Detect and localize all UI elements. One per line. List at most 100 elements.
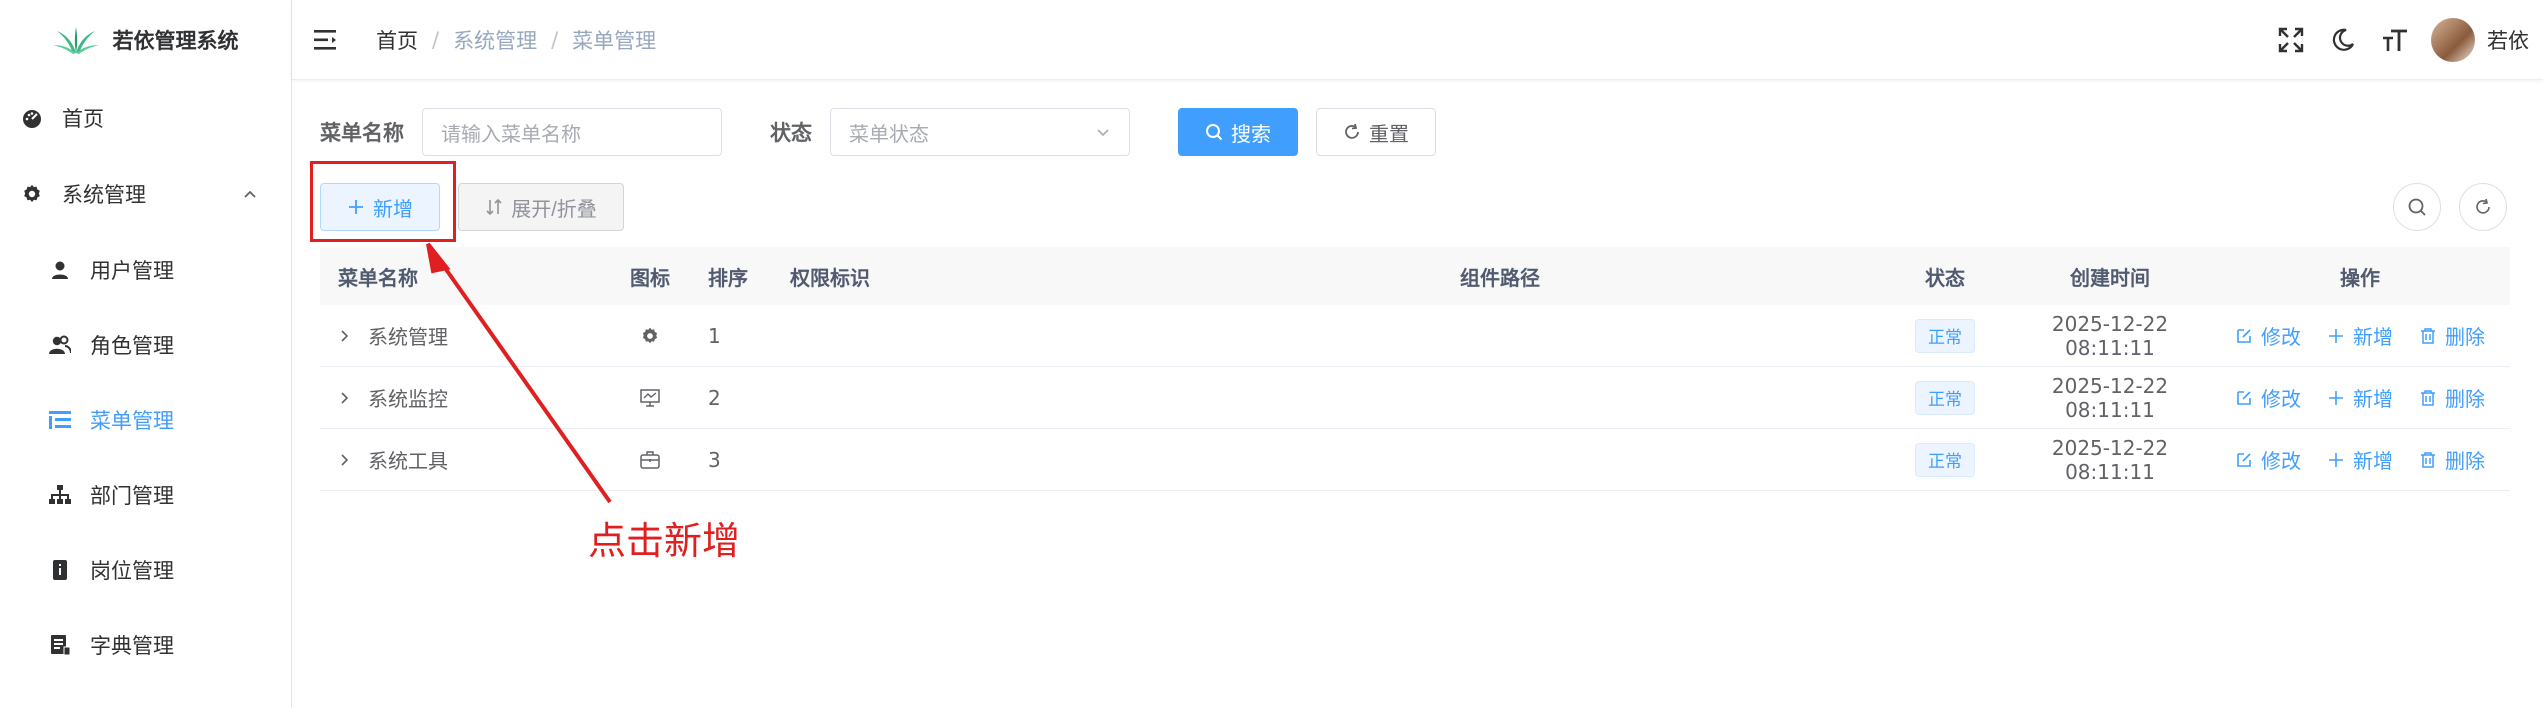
refresh-icon	[1345, 123, 1359, 139]
sidebar-item-system[interactable]: 系统管理	[0, 156, 291, 232]
search-button[interactable]: 搜索	[1178, 108, 1298, 156]
cell-icon	[600, 450, 700, 470]
tree-icon	[48, 483, 72, 507]
edit-button[interactable]: 修改	[2235, 321, 2301, 350]
dict-icon	[48, 633, 72, 657]
right-toolbar	[2393, 183, 2507, 231]
sidebar-item-label: 角色管理	[90, 333, 174, 358]
breadcrumb-home[interactable]: 首页	[376, 25, 418, 55]
refresh-button[interactable]	[2459, 183, 2507, 231]
edit-icon	[2237, 390, 2251, 405]
header-name: 菜单名称	[338, 265, 418, 290]
sidebar-item-role[interactable]: 角色管理	[0, 307, 291, 382]
user-name[interactable]: 若依	[2487, 25, 2529, 55]
toggle-search-button[interactable]	[2393, 183, 2441, 231]
add-button-label: 新增	[373, 198, 413, 221]
sidebar-item-label: 岗位管理	[90, 558, 174, 583]
sidebar-item-label: 菜单管理	[90, 408, 174, 433]
trash-icon	[2421, 451, 2435, 468]
edit-icon	[2237, 328, 2251, 343]
font-size-icon[interactable]	[2379, 24, 2411, 56]
hamburger-icon[interactable]	[314, 28, 342, 52]
cell-ops: 修改 新增 删除	[2210, 383, 2510, 412]
add-child-button[interactable]: 新增	[2327, 445, 2393, 474]
avatar[interactable]	[2431, 18, 2475, 62]
chevron-right-icon[interactable]	[338, 329, 352, 343]
peoples-icon	[48, 333, 72, 357]
cell-time: 2025-12-22 08:11:11	[2051, 311, 2169, 360]
add-label: 新增	[2353, 387, 2393, 411]
expand-collapse-button[interactable]: 展开/折叠	[458, 183, 624, 231]
user-icon	[48, 258, 72, 282]
cell-status: 正常	[1880, 380, 2010, 415]
chevron-down-icon	[1097, 129, 1109, 137]
delete-button[interactable]: 删除	[2419, 383, 2485, 412]
sidebar-item-label: 系统管理	[62, 183, 146, 207]
edit-button[interactable]: 修改	[2235, 445, 2301, 474]
sidebar-item-user[interactable]: 用户管理	[0, 232, 291, 307]
cell-time: 2025-12-22 08:11:11	[2051, 373, 2169, 422]
fullscreen-icon[interactable]	[2275, 24, 2307, 56]
tree-table-icon	[48, 408, 72, 432]
status-badge: 正常	[1915, 380, 1975, 415]
cell-order: 3	[708, 447, 721, 472]
logo[interactable]: 若依管理系统	[0, 0, 291, 80]
cell-order: 1	[708, 323, 721, 348]
cell-name: 系统监控	[320, 383, 600, 412]
cell-name: 系统工具	[320, 445, 600, 474]
search-icon	[2408, 198, 2426, 216]
table-row: 系统工具 3 正常 2025-12-22 08:11:11 修改 新增 删除	[320, 429, 2510, 491]
sidebar-item-home[interactable]: 首页	[0, 80, 291, 156]
cell-status: 正常	[1880, 442, 2010, 477]
status-select[interactable]: 菜单状态	[830, 108, 1130, 156]
delete-label: 删除	[2445, 449, 2485, 473]
cell-icon	[600, 326, 700, 346]
sidebar-item-post[interactable]: 岗位管理	[0, 532, 291, 607]
table-row: 系统监控 2 正常 2025-12-22 08:11:11 修改 新增 删除	[320, 367, 2510, 429]
edit-label: 修改	[2261, 325, 2301, 349]
moon-icon[interactable]	[2327, 24, 2359, 56]
menu-name-placeholder: 请输入菜单名称	[441, 121, 581, 146]
add-button[interactable]: 新增	[320, 183, 440, 231]
sidebar-item-menu[interactable]: 菜单管理	[0, 382, 291, 457]
header-order: 排序	[708, 265, 748, 290]
chevron-right-icon[interactable]	[338, 453, 352, 467]
plus-icon	[2329, 328, 2343, 343]
search-form: 菜单名称 请输入菜单名称 状态 菜单状态 搜索 重置	[320, 108, 1436, 156]
breadcrumb-current: 菜单管理	[572, 28, 657, 53]
delete-label: 删除	[2445, 325, 2485, 349]
app-title: 若依管理系统	[112, 29, 239, 53]
breadcrumb-system: 系统管理	[453, 28, 538, 53]
breadcrumb: 首页 / 系统管理 / 菜单管理	[376, 25, 656, 55]
add-child-button[interactable]: 新增	[2327, 321, 2393, 350]
status-badge: 正常	[1915, 318, 1975, 353]
edit-label: 修改	[2261, 387, 2301, 411]
header-perm: 权限标识	[790, 265, 870, 290]
reset-button[interactable]: 重置	[1316, 108, 1436, 156]
cell-status: 正常	[1880, 318, 2010, 353]
chevron-up-icon	[244, 190, 256, 198]
trash-icon	[2421, 389, 2435, 406]
menu-table: 菜单名称 图标 排序 权限标识 组件路径 状态 创建时间 操作 系统管理 1 正…	[320, 247, 2510, 491]
gear-icon	[20, 182, 44, 206]
menu-name-input[interactable]: 请输入菜单名称	[422, 108, 722, 156]
navbar: 首页 / 系统管理 / 菜单管理 若依	[292, 0, 2543, 80]
dashboard-icon	[20, 106, 44, 130]
add-child-button[interactable]: 新增	[2327, 383, 2393, 412]
breadcrumb-separator: /	[432, 27, 440, 52]
gear-icon	[642, 327, 658, 343]
sidebar-item-dict[interactable]: 字典管理	[0, 607, 291, 682]
header-icon: 图标	[630, 265, 670, 290]
chevron-right-icon[interactable]	[338, 391, 352, 405]
main-content: 菜单名称 请输入菜单名称 状态 菜单状态 搜索 重置 新增 展开/折叠 菜单名称…	[292, 81, 2543, 708]
menu-name: 系统工具	[368, 449, 448, 473]
header-ops: 操作	[2340, 265, 2380, 290]
expand-collapse-label: 展开/折叠	[511, 198, 597, 221]
cell-time: 2025-12-22 08:11:11	[2051, 435, 2169, 484]
delete-button[interactable]: 删除	[2419, 445, 2485, 474]
delete-button[interactable]: 删除	[2419, 321, 2485, 350]
sidebar-item-dept[interactable]: 部门管理	[0, 457, 291, 532]
edit-button[interactable]: 修改	[2235, 383, 2301, 412]
cell-ops: 修改 新增 删除	[2210, 445, 2510, 474]
logo-icon	[52, 27, 99, 54]
